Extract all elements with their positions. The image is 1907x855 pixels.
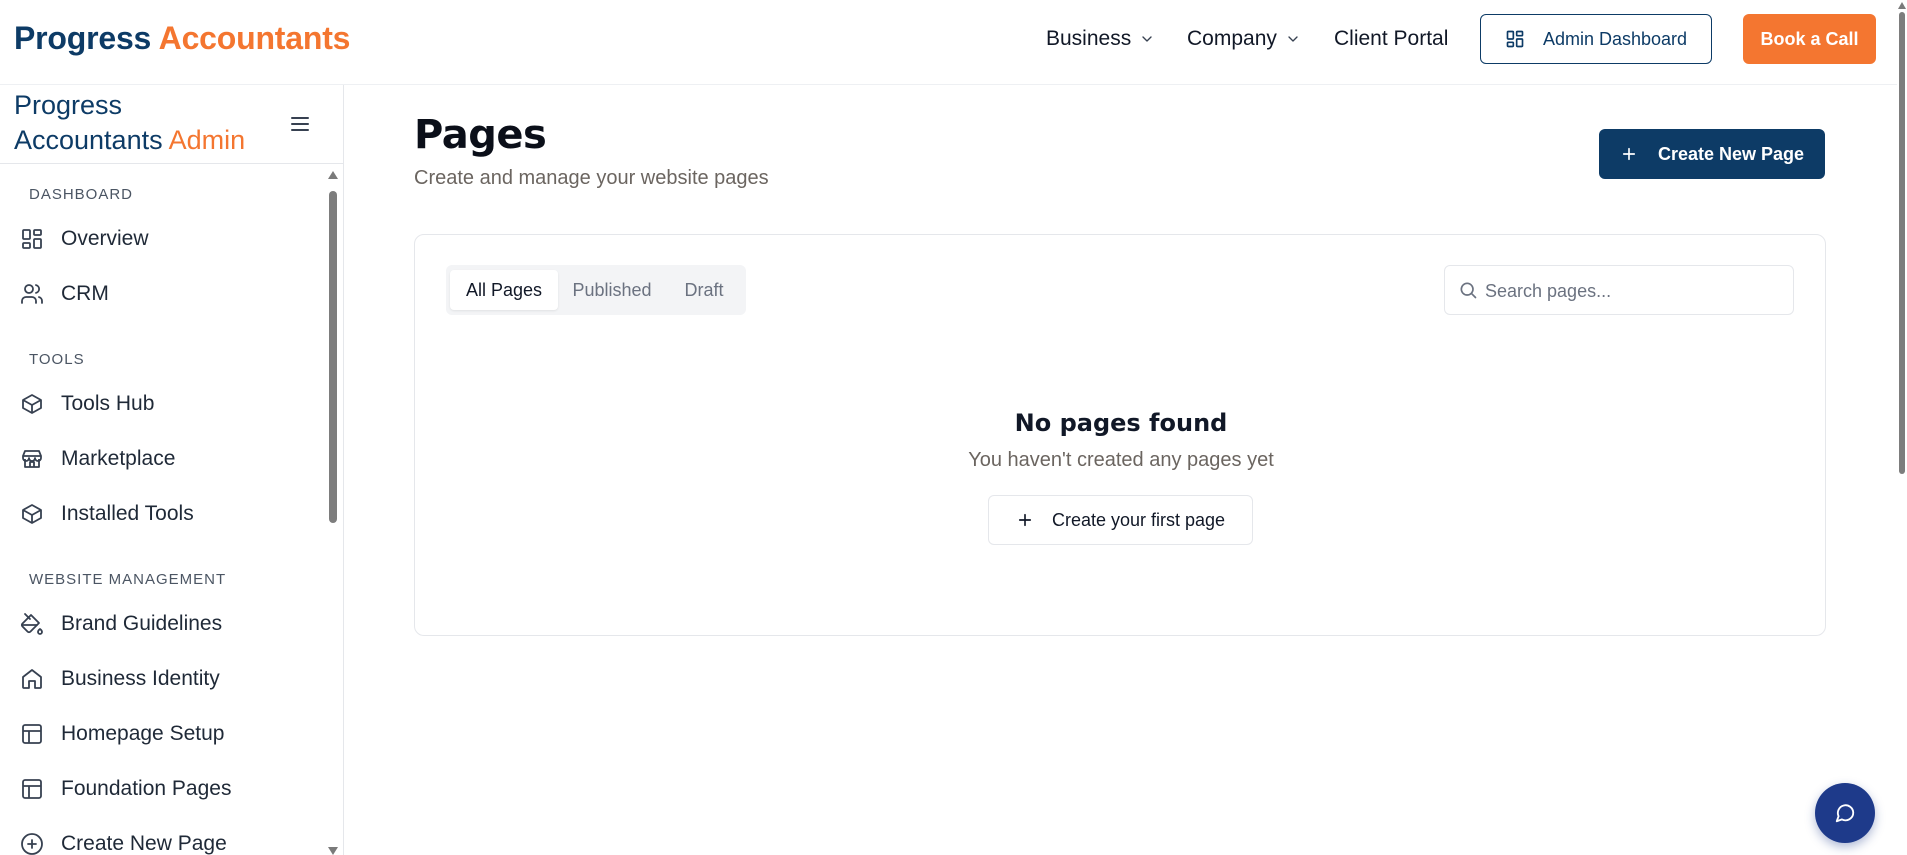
store-icon bbox=[22, 450, 42, 468]
sidebar-item-overview[interactable]: Overview bbox=[20, 218, 320, 260]
sidebar-title-line2: Accountants bbox=[14, 125, 163, 155]
sidebar-item-create-new-page[interactable]: Create New Page bbox=[20, 823, 320, 855]
search-input[interactable] bbox=[1485, 274, 1785, 308]
sidebar-item-business-identity[interactable]: Business Identity bbox=[20, 658, 320, 700]
box-icon bbox=[22, 394, 42, 414]
nav-business-label: Business bbox=[1046, 27, 1132, 50]
book-a-call-label: Book a Call bbox=[1760, 28, 1859, 49]
sidebar-item-label: Foundation Pages bbox=[61, 777, 232, 800]
layout-dashboard-icon bbox=[22, 229, 42, 249]
search-box bbox=[1444, 265, 1794, 315]
brand-logo[interactable]: Progress Accountants bbox=[14, 20, 350, 57]
sidebar-item-label: Installed Tools bbox=[61, 502, 194, 525]
home-icon bbox=[22, 669, 42, 689]
nav-client-portal[interactable]: Client Portal bbox=[1334, 27, 1448, 51]
tab-all-pages[interactable]: All Pages bbox=[450, 270, 558, 310]
sidebar-title-line1: Progress bbox=[14, 90, 123, 120]
layout-icon bbox=[22, 779, 42, 799]
page-subtitle: Create and manage your website pages bbox=[414, 167, 769, 189]
section-label-dashboard: DASHBOARD bbox=[29, 186, 134, 203]
sidebar-item-label: Brand Guidelines bbox=[61, 612, 223, 635]
sidebar-title-admin: Admin bbox=[168, 125, 246, 155]
page-filter-tabs: All Pages Published Draft bbox=[446, 265, 746, 315]
sidebar-item-label: Tools Hub bbox=[61, 392, 155, 415]
box-icon bbox=[22, 504, 42, 524]
page-scrollbar[interactable] bbox=[1897, 0, 1907, 855]
sidebar-header: Progress Accountants Admin bbox=[0, 85, 343, 164]
sidebar-item-label: Marketplace bbox=[61, 447, 176, 470]
empty-state-subtitle: You haven't created any pages yet bbox=[968, 449, 1274, 471]
users-icon bbox=[21, 284, 43, 304]
plus-icon bbox=[1622, 147, 1636, 161]
nav-business[interactable]: Business bbox=[1046, 27, 1155, 51]
sidebar-item-label: CRM bbox=[61, 282, 109, 305]
chevron-down-icon bbox=[1288, 36, 1298, 42]
nav-company[interactable]: Company bbox=[1187, 27, 1301, 51]
plus-circle-icon bbox=[21, 833, 43, 855]
sidebar-scroll-thumb[interactable] bbox=[329, 191, 337, 523]
scroll-up-arrow-icon[interactable] bbox=[1898, 2, 1906, 9]
top-navigation: Progress Accountants Business Company Cl… bbox=[0, 0, 1897, 85]
scroll-down-arrow-icon[interactable] bbox=[328, 847, 338, 855]
admin-dashboard-label: Admin Dashboard bbox=[1542, 28, 1688, 49]
section-label-tools: TOOLS bbox=[29, 351, 85, 368]
sidebar-item-installed-tools[interactable]: Installed Tools bbox=[20, 493, 320, 535]
sidebar-item-crm[interactable]: CRM bbox=[20, 273, 320, 315]
layout-dashboard-icon bbox=[1506, 30, 1524, 48]
brand-name-part2: Accountants bbox=[158, 20, 351, 56]
brand-name-part1: Progress bbox=[14, 20, 152, 56]
admin-sidebar: Progress Accountants Admin DASHBOARD Ove… bbox=[0, 85, 344, 855]
search-icon bbox=[1460, 282, 1477, 299]
sidebar-item-label: Business Identity bbox=[61, 667, 220, 690]
create-first-page-label: Create your first page bbox=[1051, 509, 1226, 530]
tab-draft[interactable]: Draft bbox=[666, 270, 742, 310]
sidebar-item-foundation-pages[interactable]: Foundation Pages bbox=[20, 768, 320, 810]
tab-published[interactable]: Published bbox=[558, 270, 666, 310]
paint-bucket-icon bbox=[20, 613, 43, 635]
menu-icon[interactable] bbox=[288, 112, 312, 136]
create-first-page-button[interactable]: Create your first page bbox=[988, 495, 1253, 545]
page-title: Pages bbox=[414, 112, 547, 158]
admin-dashboard-button[interactable]: Admin Dashboard bbox=[1480, 14, 1712, 64]
sidebar-item-brand-guidelines[interactable]: Brand Guidelines bbox=[20, 603, 320, 645]
sidebar-item-homepage-setup[interactable]: Homepage Setup bbox=[20, 713, 320, 755]
empty-state-title: No pages found bbox=[1014, 409, 1228, 437]
sidebar-item-label: Create New Page bbox=[61, 832, 227, 855]
nav-client-portal-label: Client Portal bbox=[1334, 27, 1449, 50]
sidebar-scrollbar[interactable] bbox=[326, 169, 340, 855]
section-label-website-management: WEBSITE MANAGEMENT bbox=[29, 571, 227, 588]
create-new-page-label: Create New Page bbox=[1657, 143, 1805, 164]
pages-card: All Pages Published Draft No pages found… bbox=[414, 234, 1826, 636]
sidebar-nav: DASHBOARD Overview CRM TOOLS Tools Hub M… bbox=[0, 165, 326, 855]
sidebar-item-marketplace[interactable]: Marketplace bbox=[20, 438, 320, 480]
page-scroll-thumb[interactable] bbox=[1899, 12, 1905, 474]
create-new-page-button[interactable]: Create New Page bbox=[1599, 129, 1825, 179]
chevron-down-icon bbox=[1142, 36, 1152, 42]
nav-company-label: Company bbox=[1187, 27, 1277, 50]
chat-launcher-button[interactable] bbox=[1815, 783, 1875, 843]
sidebar-item-label: Overview bbox=[61, 227, 149, 250]
layout-icon bbox=[22, 724, 42, 744]
plus-icon bbox=[1018, 513, 1032, 527]
sidebar-item-tools-hub[interactable]: Tools Hub bbox=[20, 383, 320, 425]
book-a-call-button[interactable]: Book a Call bbox=[1743, 14, 1876, 64]
sidebar-title: Progress Accountants Admin bbox=[14, 88, 245, 158]
sidebar-item-label: Homepage Setup bbox=[61, 722, 225, 745]
message-circle-icon bbox=[1835, 804, 1855, 823]
scroll-up-arrow-icon[interactable] bbox=[328, 171, 338, 179]
